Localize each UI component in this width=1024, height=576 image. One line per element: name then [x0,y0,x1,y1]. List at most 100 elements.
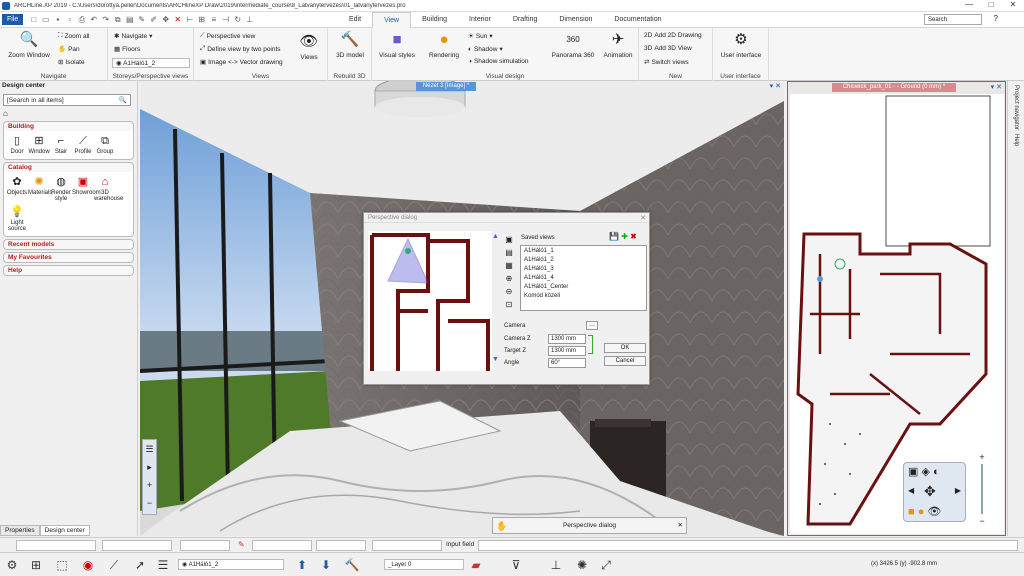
close-button[interactable]: ✕ [1002,0,1024,9]
sun-button[interactable]: ☀ Sun ▾ [468,32,493,41]
dimension-icon[interactable]: ⊣ [221,15,230,24]
view-cube-icon[interactable]: ▣ ◈ ◐ [908,465,940,478]
command-field-3[interactable] [180,540,230,551]
help-icon[interactable]: ? [994,14,998,23]
arrow-left-icon[interactable]: ◀ [908,486,914,495]
eraser-icon[interactable]: ✎ [238,540,245,549]
pointer-icon[interactable]: ➚ [132,557,148,573]
add-3d-view-button[interactable]: 3D Add 3D View [644,45,692,52]
isolate-button[interactable]: ⊞ Isolate [58,58,85,67]
globe-icon[interactable]: ✺ [574,557,590,573]
delete-icon[interactable]: ✖ [630,232,637,241]
catalog-item-objects[interactable]: ✿ Objects [6,174,28,202]
list-icon[interactable]: ☰ [155,557,171,573]
connect-icon[interactable]: ⤢ [598,557,614,573]
pan-button[interactable]: ✋ Pan [58,45,80,54]
tab-dimension[interactable]: Dimension [548,12,603,28]
plan-view-window[interactable]: Chiswick_park_01 - - Ground (0 mm) * ▾ ✕ [787,81,1006,536]
input-field[interactable] [478,540,1018,551]
search-input[interactable]: Search [924,14,982,25]
navigate-dropdown[interactable]: ✱ Navigate ▾ [114,32,152,41]
building-item-stair[interactable]: ⌐ Stair [50,133,72,155]
dimension-tool-icon[interactable]: ⊥ [548,557,564,573]
command-field-1[interactable] [16,540,96,551]
brush-icon[interactable]: ✎ [137,15,146,24]
add-2d-drawing-button[interactable]: 2D Add 2D Drawing [644,32,702,39]
render-icon[interactable]: ■ ● 👁 [908,505,941,518]
zoom-out-icon[interactable]: − [143,494,156,512]
arrow-up-icon[interactable]: ▲ [492,233,499,240]
tab-edit[interactable]: Edit [338,12,372,28]
settings-gear-icon[interactable]: ⚙ [4,557,20,573]
list-item[interactable]: A1Háló1_1 [524,247,643,256]
grid-icon[interactable]: ⊞ [197,15,206,24]
zoom-track[interactable] [981,464,983,514]
cancel-button[interactable]: Cancel [604,356,646,366]
pencil-icon[interactable]: ✐ [149,15,158,24]
layer-select[interactable]: _Layer 0 [384,559,464,570]
image-vector-button[interactable]: ▣ Image <-> Vector drawing [200,58,283,67]
visual-styles-button[interactable]: ■ Visual styles [374,30,420,59]
saved-views-list[interactable]: A1Háló1_1 A1Háló1_2 A1Háló1_3 A1Háló1_4 … [520,245,647,311]
floors-button[interactable]: ▦ Floors [114,45,140,54]
section-title[interactable]: Catalog [4,163,133,172]
tab-view[interactable]: View [372,12,412,28]
print-icon[interactable]: ⎙ [77,15,86,24]
save-as-icon[interactable]: ▫ [65,15,74,24]
grid-icon[interactable]: ⊞ [28,557,44,573]
home-icon[interactable]: ⌂ [3,109,134,118]
close-icon[interactable]: ✕ [678,518,683,534]
tab-properties[interactable]: Properties [0,525,40,536]
list-item[interactable]: A1Háló1_2 [524,256,643,265]
plan-window-controls[interactable]: ▾ ✕ [991,83,1002,91]
catalog-item-render-style[interactable]: ◍ Render style [50,174,72,202]
design-center-search[interactable]: [Search in all items] 🔍 [3,94,131,106]
save-icon[interactable]: 💾 [609,232,619,241]
3d-model-button[interactable]: 🔨 3D model [328,30,372,59]
tab-help[interactable]: Help [1013,134,1019,146]
link-icon[interactable] [588,335,593,354]
animation-button[interactable]: ✈ Animation [598,30,638,59]
hammer-icon[interactable]: 🔨 [344,557,360,573]
snap-icon[interactable]: ◉ [80,557,96,573]
line-tool-icon[interactable]: ⟋ [106,557,122,573]
command-field-2[interactable] [102,540,172,551]
dialog-plan-preview[interactable] [368,231,492,371]
user-interface-button[interactable]: ⚙ User interface [717,30,765,59]
arrow-up-icon[interactable]: ⬆ [294,557,310,573]
catalog-item-3d-warehouse[interactable]: ⌂ 3D warehouse [94,174,123,202]
rendering-button[interactable]: ● Rendering [422,30,466,59]
new-icon[interactable]: □ [29,15,38,24]
zoom-out-icon[interactable]: ⊖ [504,285,514,298]
angle-input[interactable]: 60° [548,358,586,368]
fill-icon[interactable]: ▰ [468,557,484,573]
plan-view-title[interactable]: Chiswick_park_01 - - Ground (0 mm) * [832,83,956,92]
arrow-right-icon[interactable]: ▶ [955,486,961,495]
view-select[interactable]: ◉ A1Háló1_2 [112,58,190,68]
building-item-window[interactable]: ⊞ Window [28,133,50,155]
camera-more-button[interactable]: … [586,321,598,330]
dialog-slider[interactable]: ▲ ▼ [492,233,499,363]
tab-design-center[interactable]: Design center [39,525,90,536]
shadow-simulation-button[interactable]: ◑ Shadow simulation [468,58,529,65]
tab-project-navigator[interactable]: Project navigator [1013,85,1019,130]
perspective-view-button[interactable]: ⟋ Perspective view [200,32,255,40]
eye-icon[interactable]: 👁 [927,506,941,518]
save-icon[interactable]: ▪ [53,15,62,24]
folder-icon[interactable]: ▤ [504,246,514,259]
zoom-in-icon[interactable]: ⊕ [504,272,514,285]
command-field-6[interactable] [372,540,442,551]
camera-z-input[interactable]: 1300 mm [548,334,586,344]
help-section[interactable]: Help [3,265,134,276]
add-icon[interactable]: ✚ [621,232,628,241]
maximize-button[interactable]: □ [980,0,1002,9]
delete-icon[interactable]: ✕ [173,15,182,24]
list-item[interactable]: A1Háló1_3 [524,265,643,274]
minimize-button[interactable]: — [958,0,980,9]
list-item[interactable]: A1Háló1_4 [524,274,643,283]
favourites-section[interactable]: My Favourites [3,252,134,263]
define-view-button[interactable]: ⤢ Define view by two points [200,45,281,53]
arrow-down-icon[interactable]: ⬇ [318,557,334,573]
perspective-dialog-bar[interactable]: ✋ Perspective dialog ✕ [492,517,687,534]
panorama-button[interactable]: 360 Panorama 360 [548,30,598,59]
